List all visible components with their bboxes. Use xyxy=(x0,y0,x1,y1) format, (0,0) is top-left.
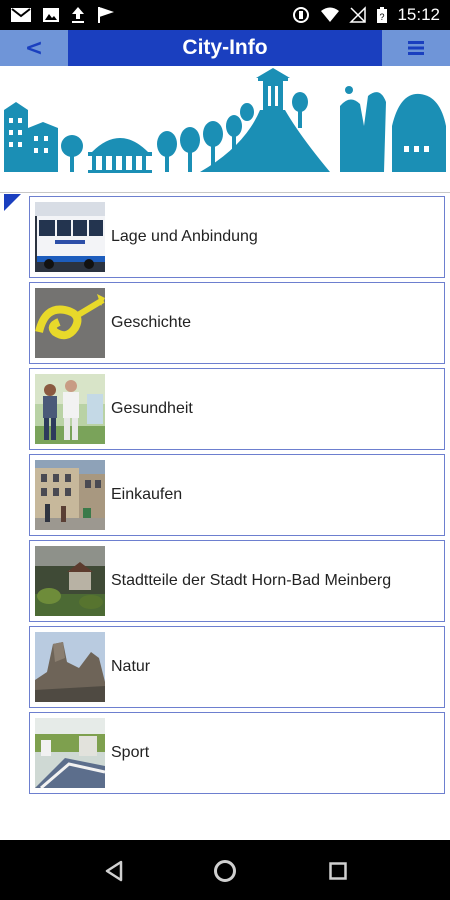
app-bar: < City-Info xyxy=(0,30,450,66)
gmail-icon xyxy=(11,8,31,22)
corner-marker xyxy=(4,194,21,211)
list-item-natur[interactable]: Natur xyxy=(29,626,445,708)
list-item-label: Gesundheit xyxy=(111,400,193,417)
list-item-einkaufen[interactable]: Einkaufen xyxy=(29,454,445,536)
list-item-sport[interactable]: Sport xyxy=(29,712,445,794)
city-info-list: Lage und Anbindung Geschichte Gesundheit… xyxy=(29,196,445,798)
list-item-lage-und-anbindung[interactable]: Lage und Anbindung xyxy=(29,196,445,278)
list-item-stadtteile[interactable]: Stadtteile der Stadt Horn-Bad Meinberg xyxy=(29,540,445,622)
bus-photo xyxy=(35,202,105,272)
rocks-photo xyxy=(35,632,105,702)
list-item-label: Geschichte xyxy=(111,314,192,331)
flag-icon xyxy=(98,7,114,23)
list-item-label: Lage und Anbindung xyxy=(111,228,258,245)
menu-button[interactable] xyxy=(382,30,450,66)
list-item-label: Einkaufen xyxy=(111,486,183,503)
battery-icon: ? xyxy=(377,7,388,23)
list-item-label: Natur xyxy=(111,658,151,675)
screen: { "status_bar": { "time": "15:12", "icon… xyxy=(0,0,450,900)
city-skyline-banner xyxy=(4,68,446,173)
shopping-street-photo xyxy=(35,460,105,530)
sport-photo xyxy=(35,718,105,788)
list-item-gesundheit[interactable]: Gesundheit xyxy=(29,368,445,450)
image-icon xyxy=(43,8,59,22)
status-bar: ? 15:12 xyxy=(0,0,450,30)
upload-icon xyxy=(72,7,84,23)
list-item-label: Stadtteile der Stadt Horn-Bad Meinberg xyxy=(111,572,392,589)
wifi-icon xyxy=(321,7,340,22)
no-signal-icon xyxy=(349,6,367,23)
system-nav-bar xyxy=(0,840,450,900)
village-photo xyxy=(35,546,105,616)
back-triangle-icon[interactable] xyxy=(104,860,124,882)
banner-divider xyxy=(0,192,450,193)
status-time: 15:12 xyxy=(397,5,440,24)
svg-text:?: ? xyxy=(380,12,385,22)
back-button[interactable]: < xyxy=(0,30,68,66)
vibrate-icon xyxy=(293,7,310,23)
page-title: City-Info xyxy=(182,36,268,59)
list-item-geschichte[interactable]: Geschichte xyxy=(29,282,445,364)
home-circle-icon[interactable] xyxy=(213,859,237,883)
list-item-label: Sport xyxy=(111,744,150,761)
hamburger-menu-icon xyxy=(408,41,424,55)
recents-square-icon[interactable] xyxy=(328,861,348,881)
walkers-photo xyxy=(35,374,105,444)
horn-photo xyxy=(35,288,105,358)
